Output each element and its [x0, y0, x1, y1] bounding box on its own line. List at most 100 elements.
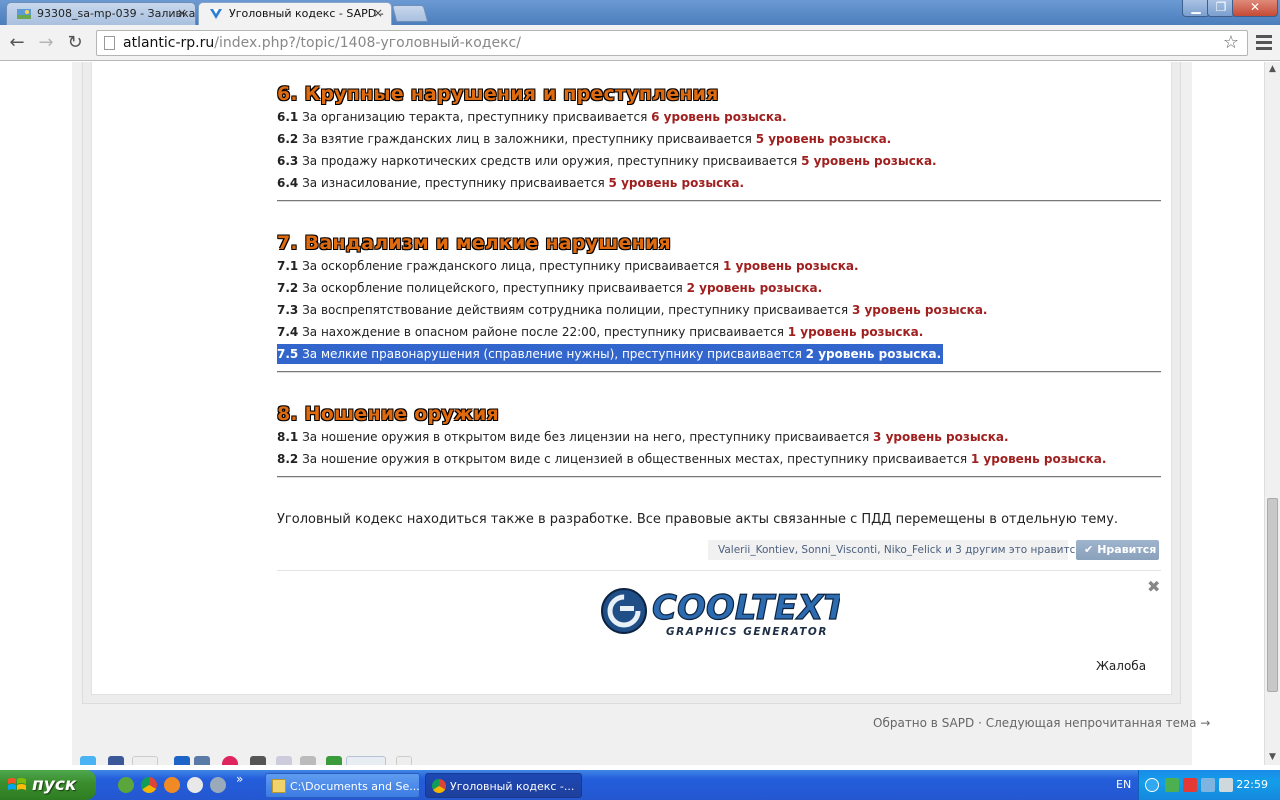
start-label: пуск	[32, 775, 77, 795]
more-quicklaunch-icon[interactable]: »	[236, 772, 243, 786]
google-plus-share-icon[interactable]	[132, 756, 158, 765]
volume-icon[interactable]	[1219, 778, 1233, 792]
network-icon[interactable]	[1165, 778, 1179, 792]
topic-navigation: Обратно в SAPD · Следующая непрочитанная…	[873, 716, 1210, 730]
rule-line: 6.2 За взятие гражданских лиц в заложник…	[277, 129, 891, 149]
windows-logo-icon	[8, 778, 26, 790]
rule-number: 6.1	[277, 110, 299, 124]
new-tab-button[interactable]	[391, 5, 429, 22]
restore-button[interactable]: ❐	[1207, 0, 1235, 17]
language-indicator[interactable]: EN	[1116, 770, 1131, 800]
odnoklassniki-share-icon[interactable]	[222, 756, 238, 765]
back-to-forum-link[interactable]: Обратно в SAPD	[873, 716, 974, 730]
report-link[interactable]: Жалоба	[1096, 659, 1146, 673]
wanted-level: 5 уровень розыска.	[608, 176, 745, 190]
section-divider	[277, 200, 1161, 202]
chrome-icon	[432, 779, 446, 793]
address-bar[interactable]: atlantic-rp.ru/index.php?/topic/1408-уго…	[96, 30, 1248, 56]
rule-number: 8.2	[277, 452, 299, 466]
minimize-button[interactable]: ▁	[1182, 0, 1210, 17]
wanted-level: 6 уровень розыска.	[651, 110, 787, 124]
scroll-up-arrow-icon[interactable]: ▲	[1265, 62, 1280, 77]
cooltext-logo: COOLTEXT GRAPHICS GENERATOR	[601, 587, 840, 638]
vk-share-icon[interactable]	[194, 756, 210, 765]
rule-line: 8.1 За ношение оружия в открытом виде бе…	[277, 427, 1009, 447]
tab-title: 93308_sa-mp-039 - Заливка	[37, 7, 196, 20]
rule-line: 6.1 За организацию теракта, преступнику …	[277, 107, 787, 127]
wanted-level: 2 уровень розыска.	[805, 347, 942, 361]
browser-menu-icon[interactable]	[1256, 35, 1272, 53]
utorrent-icon[interactable]	[118, 777, 134, 793]
quicklaunch-icon[interactable]	[210, 777, 226, 793]
wanted-level: 5 уровень розыска.	[801, 154, 937, 168]
wanted-level: 1 уровень розыска.	[722, 259, 859, 273]
facebook-share-icon[interactable]	[108, 756, 124, 765]
add-icon[interactable]	[326, 756, 342, 765]
close-ad-icon[interactable]: ✖	[1147, 577, 1160, 596]
section-divider	[277, 371, 1161, 373]
rule-text: За организацию теракта, преступнику прис…	[302, 110, 648, 124]
rule-text: За продажу наркотических средств или ору…	[302, 154, 798, 168]
wanted-level: 1 уровень розыска.	[970, 452, 1107, 466]
start-button[interactable]: пуск	[0, 770, 96, 800]
back-button[interactable]: ←	[5, 31, 29, 55]
chrome-icon[interactable]	[141, 777, 157, 793]
separator: ·	[978, 716, 982, 730]
livejournal-share-icon[interactable]	[174, 756, 190, 765]
rule-number: 6.3	[277, 154, 299, 168]
browser-toolbar: ← → ↻ atlantic-rp.ru/index.php?/topic/14…	[0, 25, 1280, 61]
connection-icon[interactable]	[1201, 778, 1215, 792]
page-viewport: 6. Крупные нарушения и преступления 6.1 …	[0, 62, 1264, 765]
share-icon[interactable]	[250, 756, 266, 765]
rule-line: 6.3 За продажу наркотических средств или…	[277, 151, 937, 171]
url-host: atlantic-rp.ru	[123, 35, 215, 51]
rule-number: 7.1	[277, 259, 299, 273]
rule-number: 6.4	[277, 176, 299, 190]
next-unread-topic-link[interactable]: Следующая непрочитанная тема →	[986, 716, 1211, 730]
tab-close-icon[interactable]: ×	[177, 3, 187, 24]
browser-tab-bar: 93308_sa-mp-039 - Заливка × Уголовный ко…	[0, 0, 1280, 25]
logo-text: COOLTEXT	[652, 588, 840, 628]
rule-line: 8.2 За ношение оружия в открытом виде с …	[277, 449, 1106, 469]
rule-text: За ношение оружия в открытом виде с лице…	[302, 452, 968, 466]
likes-summary[interactable]: Valerii_Kontiev, Sonni_Visconti, Niko_Fe…	[708, 540, 1082, 560]
like-button[interactable]: ✔ Нравится	[1076, 540, 1159, 560]
taskbar-item-chrome[interactable]: Уголовный кодекс -...	[425, 773, 582, 798]
vertical-scrollbar[interactable]: ▲ ▼	[1264, 62, 1280, 765]
section-title: 8. Ношение оружия	[277, 403, 499, 425]
folder-icon	[272, 779, 286, 793]
share-buttons	[80, 756, 420, 765]
twitter-share-icon[interactable]	[80, 756, 96, 765]
wanted-level: 5 уровень розыска.	[755, 132, 892, 146]
taskbar-item-explorer[interactable]: C:\Documents and Se...	[265, 773, 420, 798]
scroll-down-arrow-icon[interactable]: ▼	[1265, 750, 1280, 765]
email-share-icon[interactable]	[276, 756, 292, 765]
print-icon[interactable]	[300, 756, 316, 765]
tab-close-icon[interactable]: ×	[373, 3, 383, 24]
bookmark-star-icon[interactable]: ☆	[1223, 31, 1239, 55]
close-window-button[interactable]: ✕	[1232, 0, 1278, 17]
tray-expand-icon[interactable]	[1145, 778, 1159, 792]
forward-button[interactable]: →	[34, 31, 58, 55]
page-icon	[104, 36, 115, 50]
fb-like-button[interactable]	[346, 756, 386, 765]
rule-line: 6.4 За изнасилование, преступнику присва…	[277, 173, 744, 193]
tab-active[interactable]: Уголовный кодекс - SAPD - ×	[198, 2, 392, 25]
antivirus-icon[interactable]	[1183, 778, 1197, 792]
rule-number: 7.2	[277, 281, 299, 295]
wanted-level: 1 уровень розыска.	[787, 325, 924, 339]
task-title: C:\Documents and Se...	[290, 780, 420, 793]
scroll-thumb[interactable]	[1267, 498, 1278, 692]
site-favicon-icon	[210, 9, 222, 19]
reload-button[interactable]: ↻	[63, 31, 87, 55]
rule-line: 7.2 За оскорбление полицейского, преступ…	[277, 278, 822, 298]
rule-number: 6.2	[277, 132, 299, 146]
rule-line: 7.1 За оскорбление гражданского лица, пр…	[277, 256, 859, 276]
url-path: /index.php?/topic/1408-уголовный-кодекс/	[214, 35, 521, 51]
media-player-icon[interactable]	[187, 777, 203, 793]
tab-inactive[interactable]: 93308_sa-mp-039 - Заливка ×	[6, 2, 196, 25]
rule-text: За воспрепятствование действиям сотрудни…	[302, 303, 849, 317]
wanted-level: 2 уровень розыска.	[686, 281, 823, 295]
firefox-icon[interactable]	[164, 777, 180, 793]
rule-text: За оскорбление гражданского лица, престу…	[302, 259, 720, 273]
